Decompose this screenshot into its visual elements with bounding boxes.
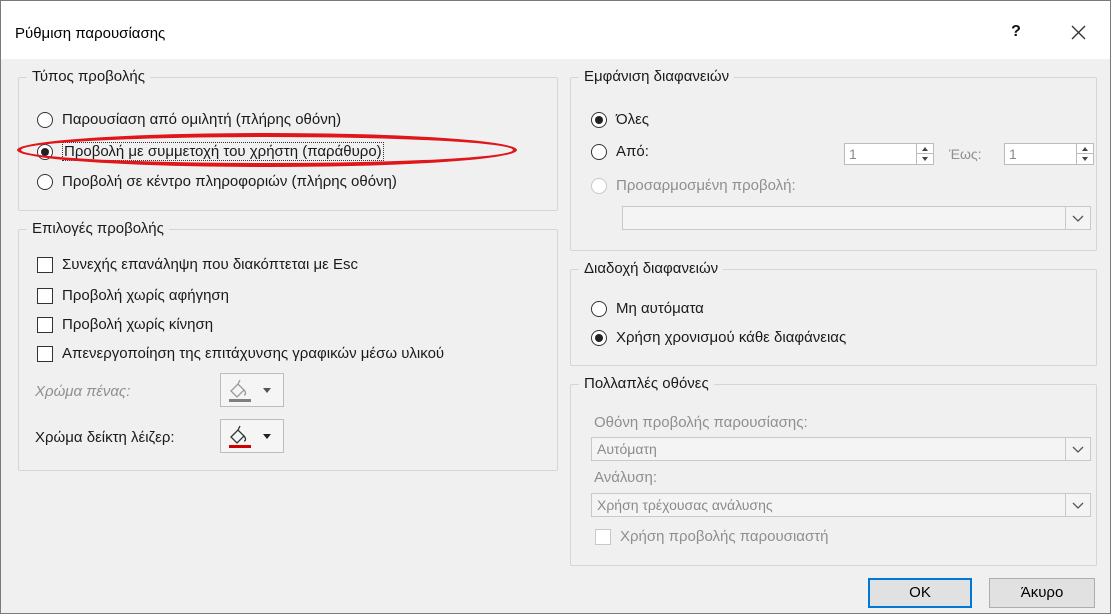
resolution-value: Χρήση τρέχουσας ανάλυσης xyxy=(597,497,773,513)
multiple-monitors-legend: Πολλαπλές οθόνες xyxy=(579,375,714,392)
checkbox-loop[interactable]: Συνεχής επανάληψη που διακόπτεται με Esc xyxy=(37,256,358,273)
show-type-legend: Τύπος προβολής xyxy=(27,68,150,85)
from-spinner-up[interactable] xyxy=(917,144,933,154)
radio-presenter[interactable]: Παρουσίαση από ομιλητή (πλήρης οθόνη) xyxy=(37,111,341,128)
slide-show-setup-dialog: Ρύθμιση παρουσίασης ? Τύπος προβολής Παρ… xyxy=(0,0,1111,614)
ok-button[interactable]: OK xyxy=(868,578,972,608)
triangle-down-icon xyxy=(922,157,928,161)
checkbox-presenter-view-box[interactable] xyxy=(595,528,611,545)
radio-kiosk-button[interactable] xyxy=(37,173,53,190)
monitor-value: Αυτόματη xyxy=(597,441,657,457)
custom-show-dropdown[interactable] xyxy=(622,206,1091,230)
chevron-down-icon xyxy=(1072,502,1084,509)
checkbox-no-narration-label: Προβολή χωρίς αφήγηση xyxy=(62,287,230,304)
radio-kiosk-label: Προβολή σε κέντρο πληροφοριών (πλήρης οθ… xyxy=(62,173,397,190)
to-label: Έως: xyxy=(949,146,982,162)
radio-custom-show-label: Προσαρμοσμένη προβολή: xyxy=(616,177,796,194)
show-slides-legend: Εμφάνιση διαφανειών xyxy=(579,68,735,85)
radio-manual[interactable]: Μη αυτόματα xyxy=(591,300,704,317)
radio-individual-label: Προβολή με συμμετοχή του χρήστη (παράθυρ… xyxy=(62,142,384,161)
resolution-dropdown[interactable]: Χρήση τρέχουσας ανάλυσης xyxy=(591,493,1091,517)
radio-manual-label: Μη αυτόματα xyxy=(616,300,704,317)
close-icon xyxy=(1071,25,1086,40)
radio-all-slides[interactable]: Όλες xyxy=(591,111,649,128)
close-button[interactable] xyxy=(1061,16,1095,48)
radio-all-slides-button[interactable] xyxy=(591,111,607,128)
radio-presenter-button[interactable] xyxy=(37,111,53,128)
radio-use-timings-button[interactable] xyxy=(591,329,607,346)
paint-bucket-icon xyxy=(229,425,271,448)
radio-presenter-label: Παρουσίαση από ομιλητή (πλήρης οθόνη) xyxy=(62,111,342,128)
checkbox-no-animation-label: Προβολή χωρίς κίνηση xyxy=(62,316,214,333)
checkbox-no-narration-box[interactable] xyxy=(37,287,53,304)
to-spinner-value: 1 xyxy=(1009,146,1017,162)
radio-individual-button[interactable] xyxy=(37,143,53,160)
radio-from-slides-button[interactable] xyxy=(591,143,607,160)
help-button[interactable]: ? xyxy=(1001,17,1031,47)
chevron-down-icon xyxy=(1072,446,1084,453)
to-spinner[interactable]: 1 xyxy=(1004,143,1094,165)
checkbox-no-narration[interactable]: Προβολή χωρίς αφήγηση xyxy=(37,287,229,304)
triangle-up-icon xyxy=(1082,147,1088,151)
pen-color-button[interactable] xyxy=(220,373,284,407)
checkbox-no-animation[interactable]: Προβολή χωρίς κίνηση xyxy=(37,316,213,333)
advance-slides-group: Διαδοχή διαφανειών xyxy=(570,260,1097,366)
triangle-up-icon xyxy=(922,147,928,151)
from-spinner-value: 1 xyxy=(849,146,857,162)
dialog-title: Ρύθμιση παρουσίασης xyxy=(15,25,166,42)
checkbox-loop-box[interactable] xyxy=(37,256,53,273)
radio-all-slides-label: Όλες xyxy=(616,111,650,128)
monitor-dropdown[interactable]: Αυτόματη xyxy=(591,437,1091,461)
radio-individual[interactable]: Προβολή με συμμετοχή του χρήστη (παράθυρ… xyxy=(37,142,384,161)
radio-manual-button[interactable] xyxy=(591,300,607,317)
checkbox-disable-hw-accel-label: Απενεργοποίηση της επιτάχυνσης γραφικών … xyxy=(62,345,445,362)
from-spinner-buttons xyxy=(916,144,933,164)
radio-use-timings-label: Χρήση χρονισμού κάθε διαφάνειας xyxy=(616,329,847,346)
radio-from-slides-label: Από: xyxy=(616,143,649,160)
advance-slides-legend: Διαδοχή διαφανειών xyxy=(579,260,724,277)
checkbox-disable-hw-accel[interactable]: Απενεργοποίηση της επιτάχυνσης γραφικών … xyxy=(37,345,444,362)
radio-use-timings[interactable]: Χρήση χρονισμού κάθε διαφάνειας xyxy=(591,329,846,346)
checkbox-loop-label: Συνεχής επανάληψη που διακόπτεται με Esc xyxy=(62,256,358,273)
radio-custom-show[interactable]: Προσαρμοσμένη προβολή: xyxy=(591,177,796,194)
checkbox-no-animation-box[interactable] xyxy=(37,316,53,333)
pen-color-label: Χρώμα πένας: xyxy=(35,383,131,400)
from-spinner[interactable]: 1 xyxy=(844,143,934,165)
radio-from-slides[interactable]: Από: xyxy=(591,143,649,160)
chevron-down-icon xyxy=(1072,215,1084,222)
to-spinner-down[interactable] xyxy=(1077,154,1093,164)
to-spinner-buttons xyxy=(1076,144,1093,164)
cancel-button[interactable]: Άκυρο xyxy=(989,578,1095,608)
monitor-dropdown-arrow[interactable] xyxy=(1065,438,1090,460)
monitor-label: Οθόνη προβολής παρουσίασης: xyxy=(594,414,808,431)
checkbox-presenter-view-label: Χρήση προβολής παρουσιαστή xyxy=(620,528,829,545)
radio-kiosk[interactable]: Προβολή σε κέντρο πληροφοριών (πλήρης οθ… xyxy=(37,173,397,190)
laser-color-label: Χρώμα δείκτη λέιζερ: xyxy=(35,429,175,446)
paint-bucket-icon xyxy=(229,379,271,402)
custom-show-dropdown-arrow[interactable] xyxy=(1065,207,1090,229)
checkbox-disable-hw-accel-box[interactable] xyxy=(37,345,53,362)
title-bar: Ρύθμιση παρουσίασης ? xyxy=(1,1,1110,59)
triangle-down-icon xyxy=(1082,157,1088,161)
laser-color-button[interactable] xyxy=(220,419,284,453)
resolution-dropdown-arrow[interactable] xyxy=(1065,494,1090,516)
resolution-label: Ανάλυση: xyxy=(594,469,658,486)
show-options-legend: Επιλογές προβολής xyxy=(27,220,169,237)
from-spinner-down[interactable] xyxy=(917,154,933,164)
radio-custom-show-button[interactable] xyxy=(591,177,607,194)
checkbox-presenter-view[interactable]: Χρήση προβολής παρουσιαστή xyxy=(595,528,828,545)
to-spinner-up[interactable] xyxy=(1077,144,1093,154)
